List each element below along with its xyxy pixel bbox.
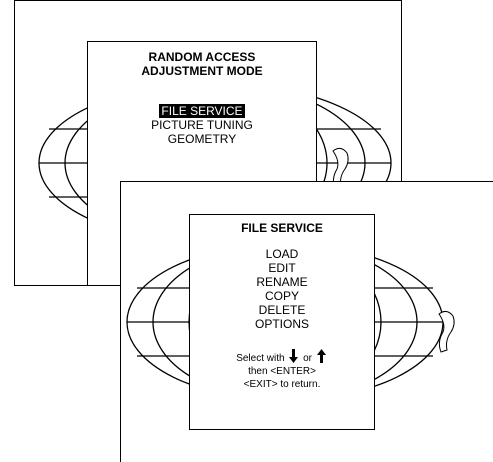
hint-select-prefix: Select with bbox=[236, 353, 285, 364]
menu-item-file-service[interactable]: FILE SERVICE bbox=[88, 104, 316, 118]
screen-file-service: FILE SERVICE LOAD EDIT RENAME COPY DELET… bbox=[120, 181, 493, 462]
menu-item-edit[interactable]: EDIT bbox=[190, 261, 374, 275]
menu-item-rename[interactable]: RENAME bbox=[190, 275, 374, 289]
hint-line3: <EXIT> to return. bbox=[243, 379, 321, 390]
menu-title-line2: ADJUSTMENT MODE bbox=[141, 64, 263, 78]
hint-line2: then <ENTER> bbox=[248, 366, 316, 377]
up-arrow-icon bbox=[316, 349, 326, 363]
menu-item-load[interactable]: LOAD bbox=[190, 247, 374, 261]
menu-item-geometry[interactable]: GEOMETRY bbox=[88, 132, 316, 146]
menu-title-line1: RANDOM ACCESS bbox=[148, 50, 256, 64]
menu-title: FILE SERVICE bbox=[241, 221, 323, 235]
menu-item-delete[interactable]: DELETE bbox=[190, 303, 374, 317]
file-service-panel: FILE SERVICE LOAD EDIT RENAME COPY DELET… bbox=[189, 214, 375, 430]
hint-line1: Select with or bbox=[190, 349, 374, 365]
menu-item-options[interactable]: OPTIONS bbox=[190, 317, 374, 331]
hint-or: or bbox=[303, 353, 313, 364]
menu-item-copy[interactable]: COPY bbox=[190, 289, 374, 303]
menu-item-picture-tuning[interactable]: PICTURE TUNING bbox=[88, 118, 316, 132]
down-arrow-icon bbox=[289, 349, 299, 363]
